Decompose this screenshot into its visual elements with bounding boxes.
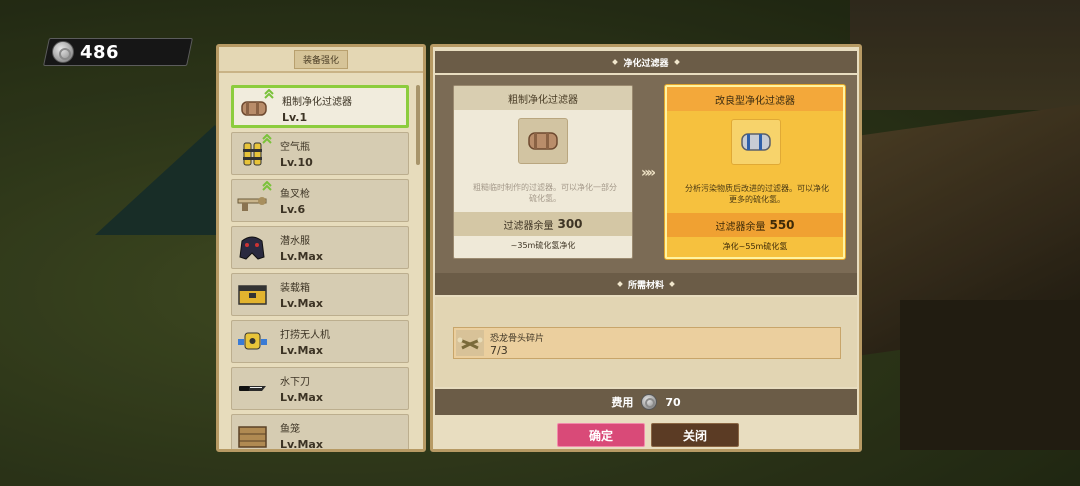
equipment-item-fish-trap[interactable]: 鱼笼 Lv.Max <box>231 414 409 451</box>
stock-value: 550 <box>769 218 795 232</box>
item-level: Lv.Max <box>280 438 323 451</box>
current-stock: 过滤器余量 300 <box>454 212 632 236</box>
equipment-item-diving-suit[interactable]: 潜水服 Lv.Max <box>231 226 409 269</box>
current-item-description: 粗糙临时制作的过滤器。可以净化一部分硫化氢。 <box>473 183 617 203</box>
item-name: 打捞无人机 <box>280 330 330 341</box>
material-count: 7/3 <box>490 344 508 357</box>
next-item-description: 分析污染物质后改进的过滤器。可以净化更多的硫化氢。 <box>685 184 829 204</box>
next-effect: 净化~55m硫化氢 <box>722 242 788 251</box>
materials-section-title: 所需材料 <box>627 280 664 291</box>
cargo-box-icon <box>238 285 267 305</box>
silver-coin-icon <box>52 41 74 63</box>
list-header: 装备强化 <box>219 47 423 73</box>
stock-label: 过滤器余量 <box>503 220 554 232</box>
stock-value: 300 <box>557 217 583 231</box>
item-name: 装载箱 <box>280 283 310 294</box>
cost-bar: 费用 70 <box>435 389 857 415</box>
confirm-button[interactable]: 确定 <box>557 423 645 447</box>
upgrade-arrow-icon: »» <box>641 165 656 181</box>
equipment-item-filter[interactable]: 粗制净化过滤器 Lv.1 <box>231 85 409 128</box>
equipment-item-air-tank[interactable]: 空气瓶 Lv.10 <box>231 132 409 175</box>
equipment-item-drone[interactable]: 打捞无人机 Lv.Max <box>231 320 409 363</box>
next-item-title: 改良型净化过滤器 <box>667 87 843 111</box>
currency-display: 486 <box>52 38 119 66</box>
next-item-image <box>731 119 781 165</box>
upgrade-arrow-icon <box>264 89 274 99</box>
fish-trap-icon <box>238 426 267 448</box>
list-title: 装备强化 <box>293 49 348 69</box>
dinosaur-bone-icon <box>456 330 484 356</box>
equipment-item-knife[interactable]: 水下刀 Lv.Max <box>231 367 409 410</box>
next-stock: 过滤器余量 550 <box>667 213 843 237</box>
current-item-card: 粗制净化过滤器 粗糙临时制作的过滤器。可以净化一部分硫化氢。 过滤器余量 300… <box>453 85 633 259</box>
upgrade-section-title: 净化过滤器 <box>623 58 669 69</box>
item-name: 鱼笼 <box>280 424 300 435</box>
list-scrollbar[interactable] <box>416 85 420 165</box>
item-name: 水下刀 <box>280 377 310 388</box>
item-level: Lv.Max <box>280 297 323 310</box>
currency-amount: 486 <box>80 41 120 63</box>
item-level: Lv.Max <box>280 344 323 357</box>
item-level: Lv.6 <box>280 203 306 216</box>
item-level: Lv.1 <box>282 111 308 124</box>
material-name: 恐龙骨头碎片 <box>490 334 545 344</box>
upgrade-arrow-icon <box>262 134 272 144</box>
item-name: 粗制净化过滤器 <box>282 97 352 108</box>
current-item-title: 粗制净化过滤器 <box>454 86 632 110</box>
filter-icon <box>528 132 558 150</box>
materials-section-header: 所需材料 <box>435 273 857 295</box>
item-level: Lv.Max <box>280 250 323 263</box>
drone-icon <box>238 332 267 350</box>
equipment-list: 粗制净化过滤器 Lv.1 空气瓶 Lv.10 鱼叉枪 Lv.6 潜水服 Lv.M… <box>231 85 409 449</box>
current-item-image <box>518 118 568 164</box>
silver-coin-icon <box>641 394 658 410</box>
upgrade-detail-panel: 净化过滤器 粗制净化过滤器 粗糙临时制作的过滤器。可以净化一部分硫化氢。 过滤器… <box>430 44 862 452</box>
equipment-item-harpoon-gun[interactable]: 鱼叉枪 Lv.6 <box>231 179 409 222</box>
cost-label: 费用 <box>611 396 634 409</box>
knife-icon <box>239 386 266 391</box>
item-name: 潜水服 <box>280 236 310 247</box>
diving-suit-icon <box>239 236 265 260</box>
item-name: 鱼叉枪 <box>280 189 310 200</box>
improved-filter-icon <box>741 133 771 151</box>
item-level: Lv.Max <box>280 391 323 404</box>
cost-value: 70 <box>665 395 681 409</box>
stock-label: 过滤器余量 <box>715 221 766 233</box>
upgrade-arrow-icon <box>262 181 272 191</box>
current-effect: ~35m硫化氢净化 <box>510 241 576 250</box>
equipment-item-cargo-box[interactable]: 装载箱 Lv.Max <box>231 273 409 316</box>
next-item-card: 改良型净化过滤器 分析污染物质后改进的过滤器。可以净化更多的硫化氢。 过滤器余量… <box>665 85 845 259</box>
material-item[interactable]: 恐龙骨头碎片 7/3 <box>453 327 841 359</box>
item-name: 空气瓶 <box>280 142 310 153</box>
item-level: Lv.10 <box>280 156 313 169</box>
upgrade-comparison: 粗制净化过滤器 粗糙临时制作的过滤器。可以净化一部分硫化氢。 过滤器余量 300… <box>435 75 857 273</box>
materials-area: 恐龙骨头碎片 7/3 <box>435 297 857 387</box>
equipment-list-panel: 装备强化 粗制净化过滤器 Lv.1 空气瓶 Lv.10 鱼叉枪 Lv.6 潜水服… <box>216 44 426 452</box>
close-button[interactable]: 关闭 <box>651 423 739 447</box>
upgrade-section-header: 净化过滤器 <box>435 51 857 73</box>
